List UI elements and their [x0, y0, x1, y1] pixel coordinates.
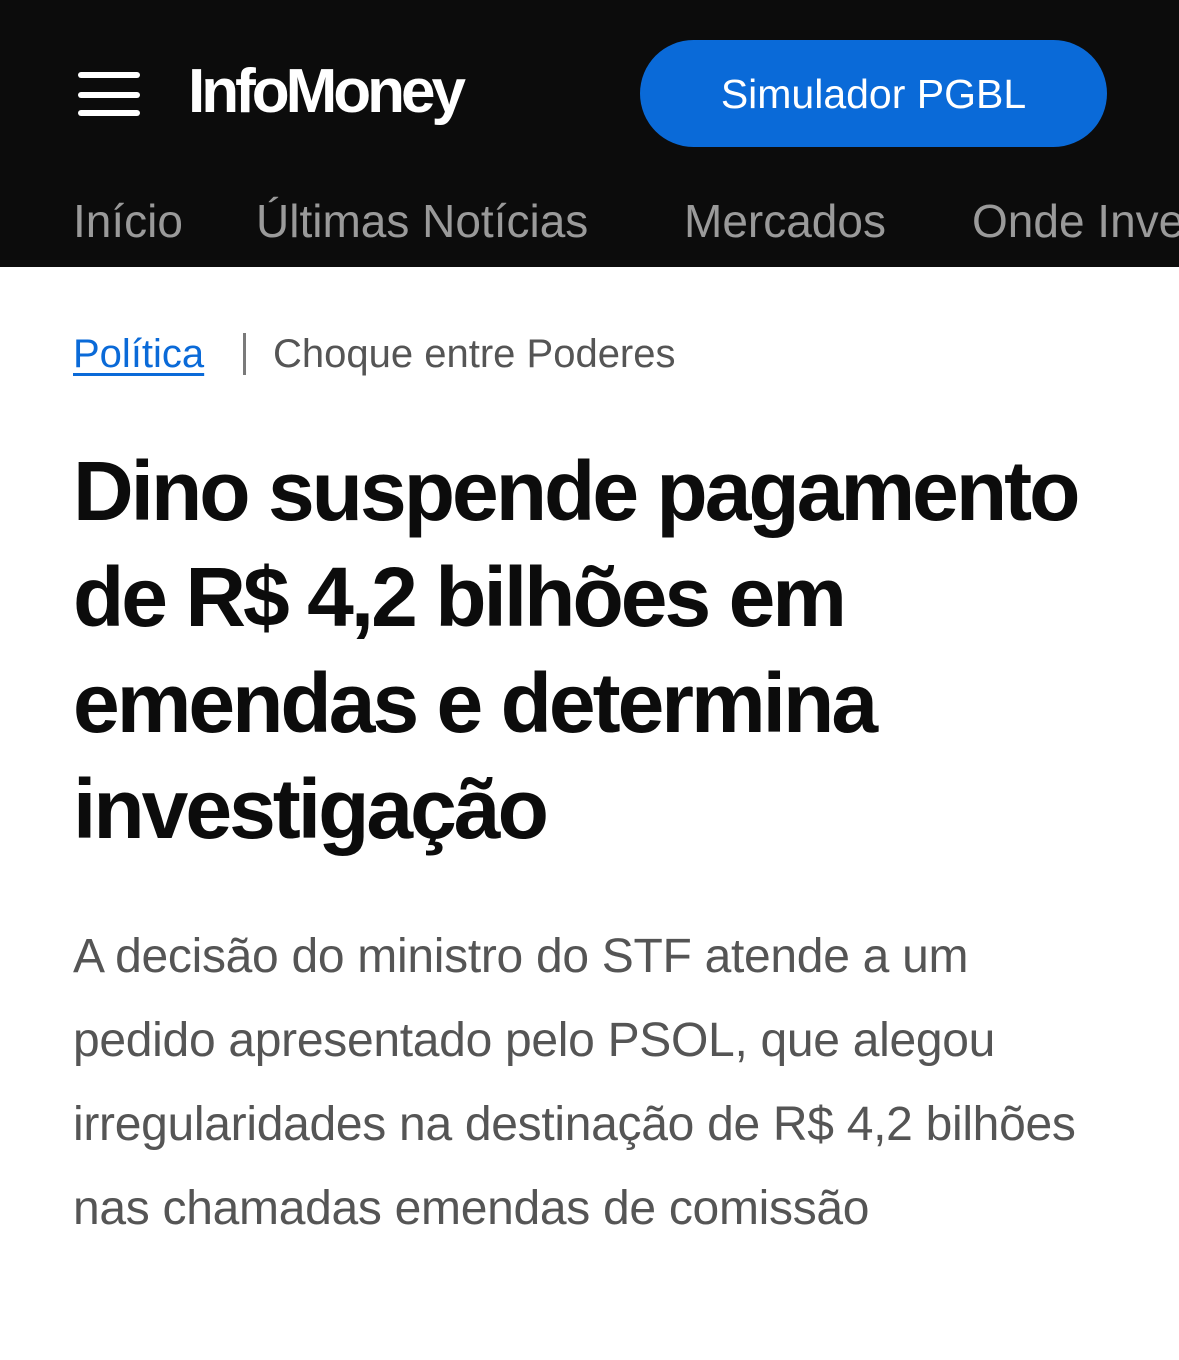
article-subtitle: A decisão do ministro do STF atende a um…: [73, 930, 1076, 1235]
menu-bar-bottom: [78, 110, 140, 116]
menu-bar-middle: [78, 92, 140, 98]
nav-item-mercados[interactable]: Mercados: [684, 186, 886, 256]
site-header: InfoMoney Simulador PGBL Início Últimas …: [0, 0, 1179, 267]
site-logo[interactable]: InfoMoney: [188, 52, 466, 132]
breadcrumb-topic: Choque entre Poderes: [273, 332, 676, 376]
nav-item-ultimas-noticias[interactable]: Últimas Notícias: [256, 186, 588, 256]
main-nav: Início Últimas Notícias Mercados Onde In…: [0, 186, 1179, 256]
hamburger-menu-icon[interactable]: [62, 55, 154, 131]
breadcrumb-divider: [243, 333, 246, 375]
menu-bar-top: [78, 72, 140, 78]
nav-item-onde-investir[interactable]: Onde Investir: [972, 186, 1179, 256]
simulador-pgbl-button[interactable]: Simulador PGBL: [640, 40, 1107, 147]
article-headline: Dino suspende pagamento de R$ 4,2 bilhõe…: [73, 444, 1080, 856]
nav-item-inicio[interactable]: Início: [73, 186, 183, 256]
breadcrumb-section-link[interactable]: Política: [73, 324, 204, 384]
